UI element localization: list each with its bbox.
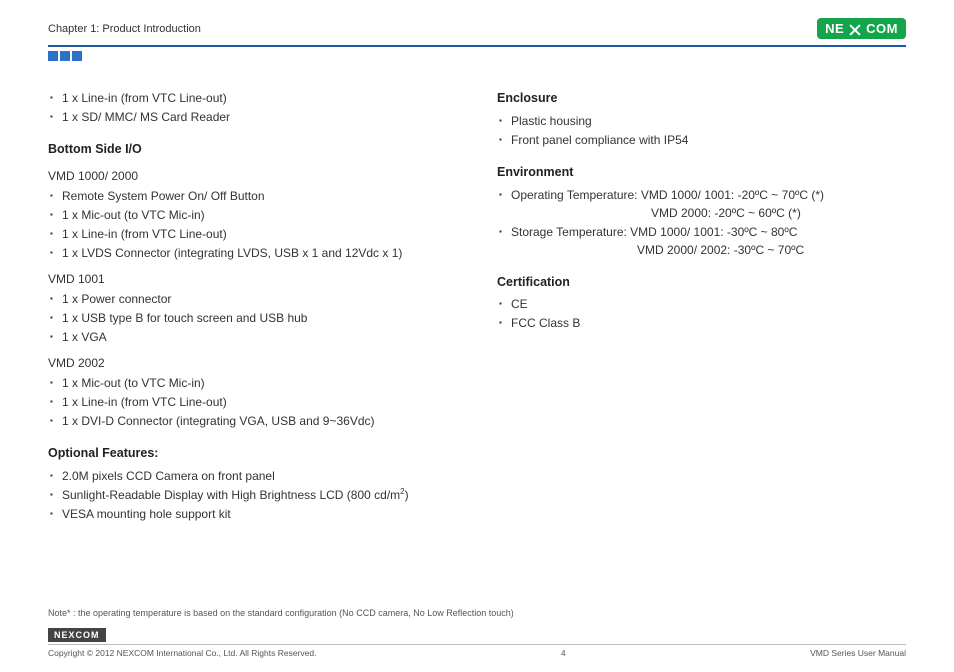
left-column: 1 x Line-in (from VTC Line-out) 1 x SD/ … [48,89,457,524]
logo-text-right: COM [866,21,898,36]
subheading: VMD 1001 [48,270,457,288]
section-heading: Enclosure [497,89,906,108]
env-continuation: VMD 2000: -20ºC ~ 60ºC (*) [511,204,906,222]
list-item: CE [499,295,906,313]
list-item: 1 x LVDS Connector (integrating LVDS, US… [50,244,457,262]
chapter-title: Chapter 1: Product Introduction [48,23,201,35]
list-item: Remote System Power On/ Off Button [50,187,457,205]
list-item: 1 x Line-in (from VTC Line-out) [50,393,457,411]
brand-logo: NE COM [817,18,906,39]
list-item: 1 x Power connector [50,290,457,308]
list-item: 1 x DVI-D Connector (integrating VGA, US… [50,412,457,430]
list-item: FCC Class B [499,314,906,332]
list-item: 1 x Line-in (from VTC Line-out) [50,225,457,243]
list-item: Storage Temperature: VMD 1000/ 1001: -30… [499,223,906,259]
list-item: Operating Temperature: VMD 1000/ 1001: -… [499,186,906,222]
footnote: Note* : the operating temperature is bas… [48,608,906,618]
list-item: 1 x Line-in (from VTC Line-out) [50,89,457,107]
footer-divider [48,644,906,645]
list-item: Sunlight-Readable Display with High Brig… [50,486,457,504]
header-divider [48,45,906,47]
section-heading: Environment [497,163,906,182]
page-number: 4 [561,648,566,658]
list-item: 1 x USB type B for touch screen and USB … [50,309,457,327]
right-column: Enclosure Plastic housing Front panel co… [497,89,906,524]
env-continuation: VMD 2000/ 2002: -30ºC ~ 70ºC [511,241,906,259]
footer-logo: NEXCOM [48,628,106,642]
list-item: VESA mounting hole support kit [50,505,457,523]
section-heading: Bottom Side I/O [48,140,457,159]
list-item: 2.0M pixels CCD Camera on front panel [50,467,457,485]
logo-x-icon [848,22,862,36]
copyright-text: Copyright © 2012 NEXCOM International Co… [48,648,316,658]
list-item: 1 x Mic-out (to VTC Mic-in) [50,374,457,392]
list-item: 1 x VGA [50,328,457,346]
decorative-squares [48,51,906,61]
subheading: VMD 2002 [48,354,457,372]
list-item: 1 x SD/ MMC/ MS Card Reader [50,108,457,126]
logo-text-left: NE [825,21,844,36]
manual-title: VMD Series User Manual [810,648,906,658]
section-heading: Optional Features: [48,444,457,463]
subheading: VMD 1000/ 2000 [48,167,457,185]
section-heading: Certification [497,273,906,292]
list-item: Plastic housing [499,112,906,130]
list-item: Front panel compliance with IP54 [499,131,906,149]
list-item: 1 x Mic-out (to VTC Mic-in) [50,206,457,224]
page-footer: NEXCOM Copyright © 2012 NEXCOM Internati… [48,625,906,658]
